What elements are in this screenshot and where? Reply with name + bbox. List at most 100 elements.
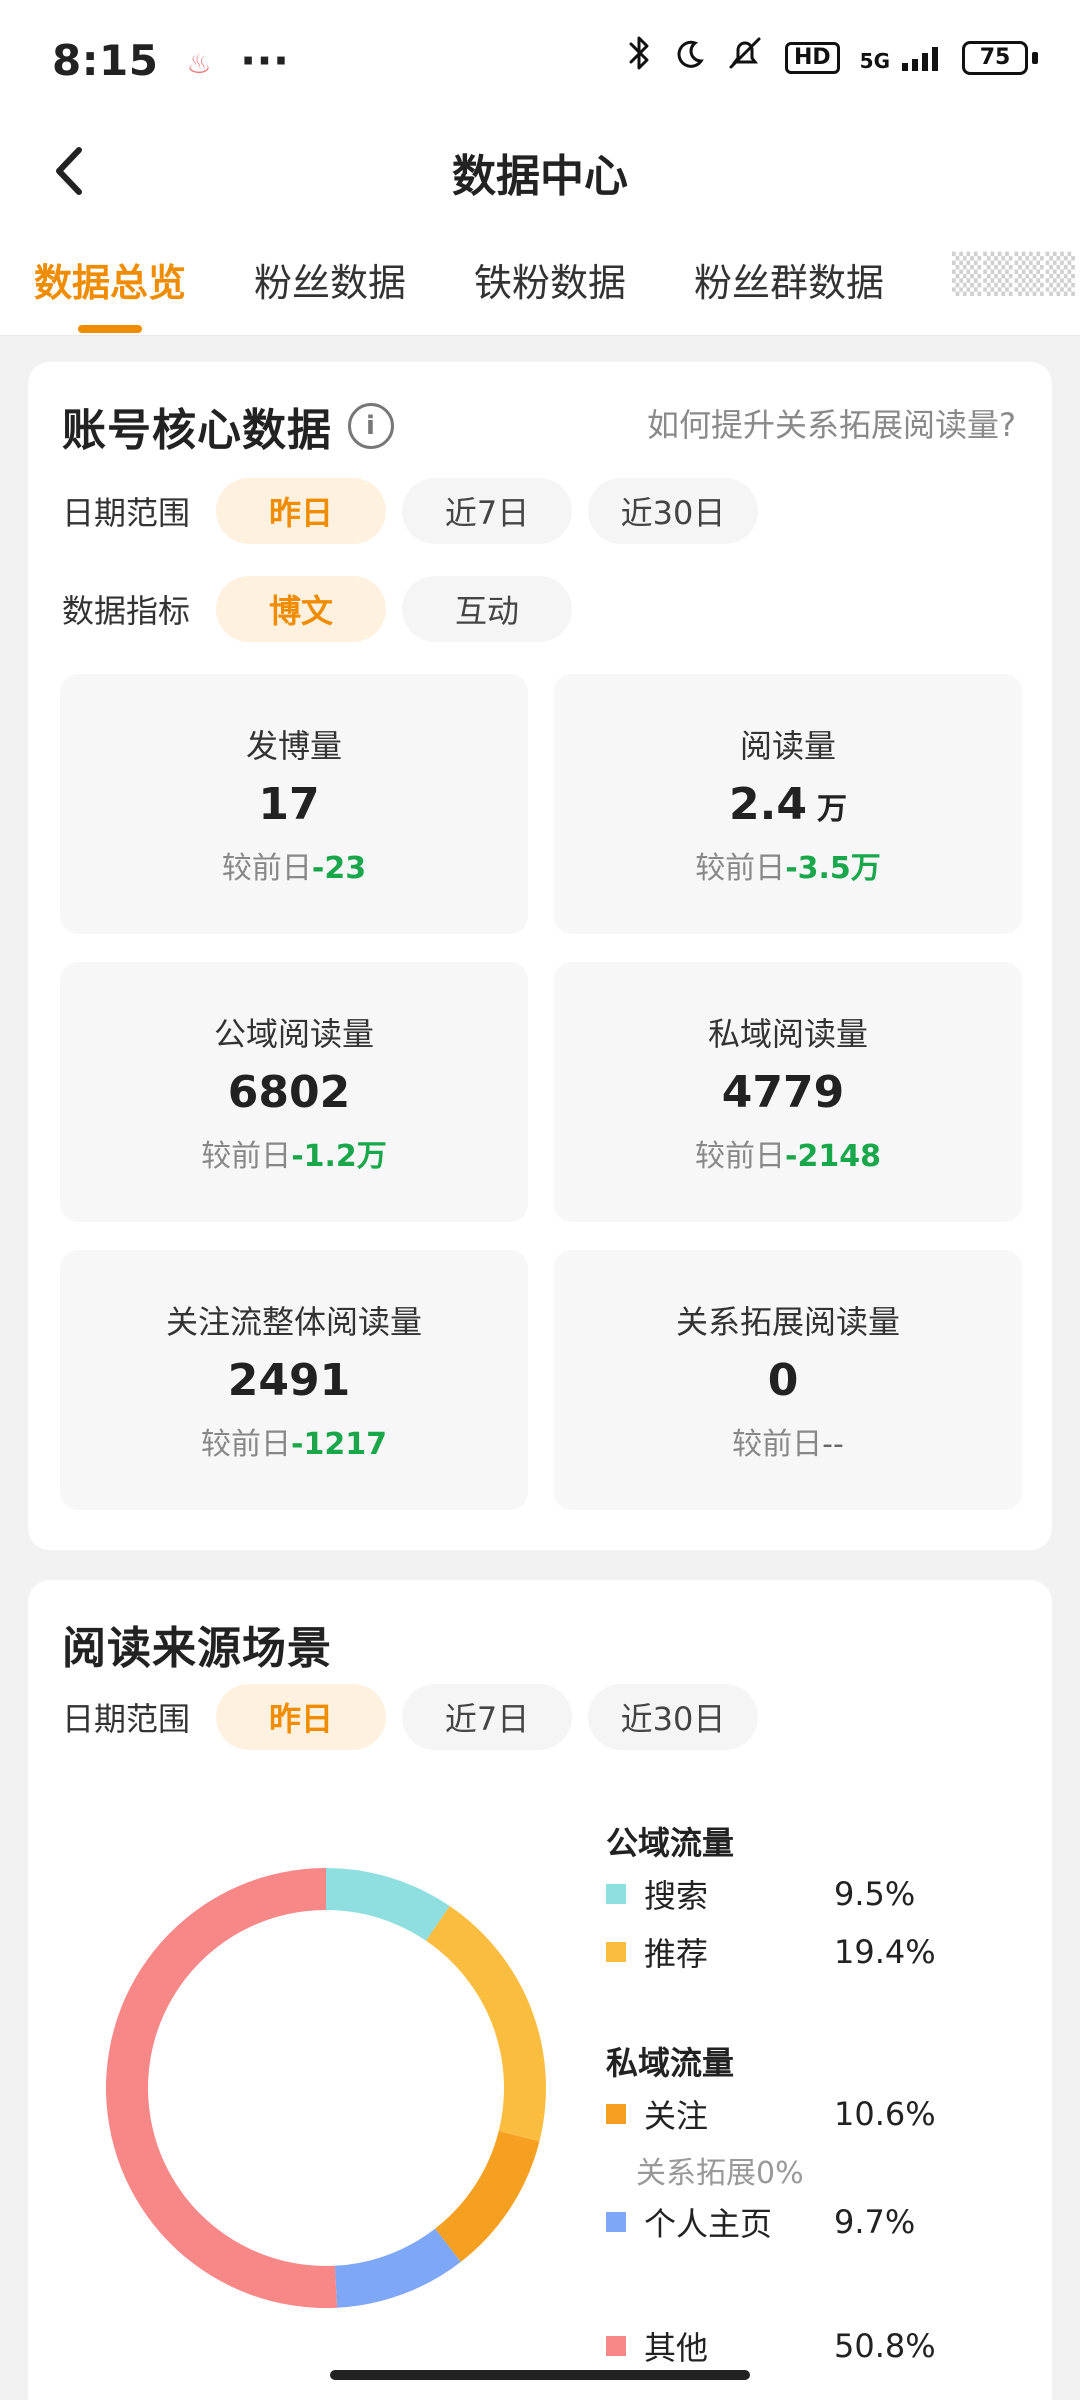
legend-value: 19.4% (834, 1933, 936, 1971)
signal-icon: 5G (860, 43, 942, 73)
source-date-7d[interactable]: 近7日 (402, 1684, 573, 1750)
legend-value: 10.6% (834, 2095, 936, 2133)
donut-slice-1 (426, 1906, 546, 2142)
legend-name: 个人主页 (644, 2205, 773, 2243)
tile-delta: 较前日-- (732, 1419, 844, 1463)
tile-relation-reads[interactable]: 关系拓展阅读量 0 较前日-- (554, 1250, 1022, 1510)
tab-bar: 数据总览 粉丝数据 铁粉数据 粉丝群数据 ▒▒▒▒ (0, 220, 1080, 336)
source-donut-chart (106, 1868, 546, 2308)
status-bar: 8:15 ♨ ··· HD 5G 75 (0, 0, 1080, 120)
delta-value: -- (822, 1427, 844, 1462)
tile-delta: 较前日-3.5万 (695, 843, 881, 887)
legend-value: 9.7% (834, 2203, 916, 2241)
status-time: 8:15 (52, 36, 159, 85)
info-icon[interactable]: i (348, 403, 394, 449)
core-metric-label: 数据指标 (62, 592, 191, 630)
tab-more[interactable]: ▒▒▒▒ (952, 252, 1077, 296)
screen: 8:15 ♨ ··· HD 5G 75 数据中心 数据总览 粉丝数据 铁粉数据 … (0, 0, 1080, 2400)
tile-value: 6802 (228, 1071, 360, 1115)
tile-label: 阅读量 (739, 727, 836, 765)
source-title-text: 阅读来源场景 (62, 1623, 332, 1674)
legend-swatch (606, 2336, 626, 2356)
tile-delta: 较前日-1.2万 (201, 1131, 387, 1175)
legend-name: 关注 (644, 2097, 709, 2135)
header: 数据中心 (0, 120, 1080, 220)
tile-number: 17 (258, 779, 320, 830)
tile-label: 公域阅读量 (213, 1015, 374, 1053)
donut-slice-4 (106, 1868, 338, 2308)
tile-number: 2.4 (729, 779, 807, 830)
tab-fan-groups[interactable]: 粉丝群数据 (694, 252, 884, 307)
mute-icon (725, 36, 765, 79)
tab-iron-fans[interactable]: 铁粉数据 (474, 252, 626, 307)
legend-name: 推荐 (644, 1935, 709, 1973)
source-title: 阅读来源场景 (62, 1612, 332, 1676)
delta-value: -1217 (291, 1427, 387, 1462)
donut-slice-2 (435, 2131, 540, 2262)
core-date-7d[interactable]: 近7日 (402, 478, 573, 544)
core-data-card: 账号核心数据 i 如何提升关系拓展阅读量? 日期范围 昨日 近7日 近30日 数… (28, 362, 1052, 1550)
battery-icon: 75 (962, 40, 1038, 75)
tab-overview[interactable]: 数据总览 (34, 252, 186, 307)
donut-slice-0 (326, 1868, 450, 1941)
source-date-label: 日期范围 (62, 1700, 191, 1738)
delta-value: -23 (311, 851, 367, 886)
tile-unit: 万 (816, 792, 847, 827)
tile-label: 关系拓展阅读量 (675, 1303, 900, 1341)
legend-item-follow: 关注 10.6% (606, 2092, 1026, 2136)
tile-label: 关注流整体阅读量 (165, 1303, 422, 1341)
tile-private-reads[interactable]: 私域阅读量 4779 较前日-2148 (554, 962, 1022, 1222)
delta-prefix: 较前日 (695, 851, 786, 886)
home-indicator[interactable] (330, 2370, 750, 2380)
tile-reads[interactable]: 阅读量 2.4 万 较前日-3.5万 (554, 674, 1022, 934)
legend-swatch (606, 2212, 626, 2232)
core-title: 账号核心数据 i (62, 394, 394, 458)
core-metric-posts[interactable]: 博文 (216, 576, 387, 642)
legend-sub-note: 关系拓展0% (636, 2156, 804, 2191)
tab-fans[interactable]: 粉丝数据 (254, 252, 406, 307)
tile-follow-flow-reads[interactable]: 关注流整体阅读量 2491 较前日-1217 (60, 1250, 528, 1510)
tile-posts[interactable]: 发博量 17 较前日-23 (60, 674, 528, 934)
legend-item-search: 搜索 9.5% (606, 1872, 1026, 1916)
bluetooth-icon (627, 34, 655, 81)
tile-number: 0 (767, 1355, 799, 1406)
source-date-yesterday[interactable]: 昨日 (216, 1684, 387, 1750)
legend-value: 50.8% (834, 2327, 936, 2365)
tile-label: 发博量 (245, 727, 342, 765)
tile-value: 2.4 万 (729, 783, 847, 827)
delta-prefix: 较前日 (201, 1427, 292, 1462)
donut-slice-3 (334, 2228, 461, 2308)
legend-group-public: 公域流量 (606, 1824, 735, 1862)
tile-number: 6802 (227, 1067, 351, 1118)
delta-value: -1.2万 (291, 1139, 387, 1174)
notification-icon: ♨ (186, 47, 213, 80)
core-date-30d[interactable]: 近30日 (588, 478, 759, 544)
core-date-yesterday[interactable]: 昨日 (216, 478, 387, 544)
tile-delta: 较前日-1217 (201, 1419, 387, 1463)
hd-badge: HD (784, 41, 840, 74)
delta-value: -2148 (785, 1139, 881, 1174)
tile-number: 2491 (227, 1355, 351, 1406)
legend-value: 9.5% (834, 1875, 916, 1913)
tile-public-reads[interactable]: 公域阅读量 6802 较前日-1.2万 (60, 962, 528, 1222)
core-tiles: 发博量 17 较前日-23 阅读量 2.4 万 较前日-3.5万 公域阅读量 6… (60, 674, 1022, 1510)
legend-name: 搜索 (644, 1877, 709, 1915)
core-date-range: 日期范围 昨日 近7日 近30日 (62, 478, 759, 544)
core-metric-interactions[interactable]: 互动 (402, 576, 573, 642)
tile-value: 17 (258, 783, 329, 827)
status-left: 8:15 ♨ ··· (52, 36, 289, 85)
battery-tip (1032, 51, 1038, 64)
status-right: HD 5G 75 (627, 34, 1038, 81)
help-link[interactable]: 如何提升关系拓展阅读量? (647, 400, 1016, 446)
legend-swatch (606, 2104, 626, 2124)
status-more: ··· (240, 36, 290, 85)
source-card: 阅读来源场景 日期范围 昨日 近7日 近30日 公域流量 搜索 9.5% 推荐 … (28, 1580, 1052, 2400)
core-metric-range: 数据指标 博文 互动 (62, 576, 573, 642)
legend-swatch (606, 1942, 626, 1962)
source-date-30d[interactable]: 近30日 (588, 1684, 759, 1750)
legend-item-recommend: 推荐 19.4% (606, 1930, 1026, 1974)
tile-value: 4779 (722, 1071, 854, 1115)
tile-label: 私域阅读量 (707, 1015, 868, 1053)
moon-icon (675, 38, 705, 78)
tile-value: 2491 (228, 1359, 360, 1403)
